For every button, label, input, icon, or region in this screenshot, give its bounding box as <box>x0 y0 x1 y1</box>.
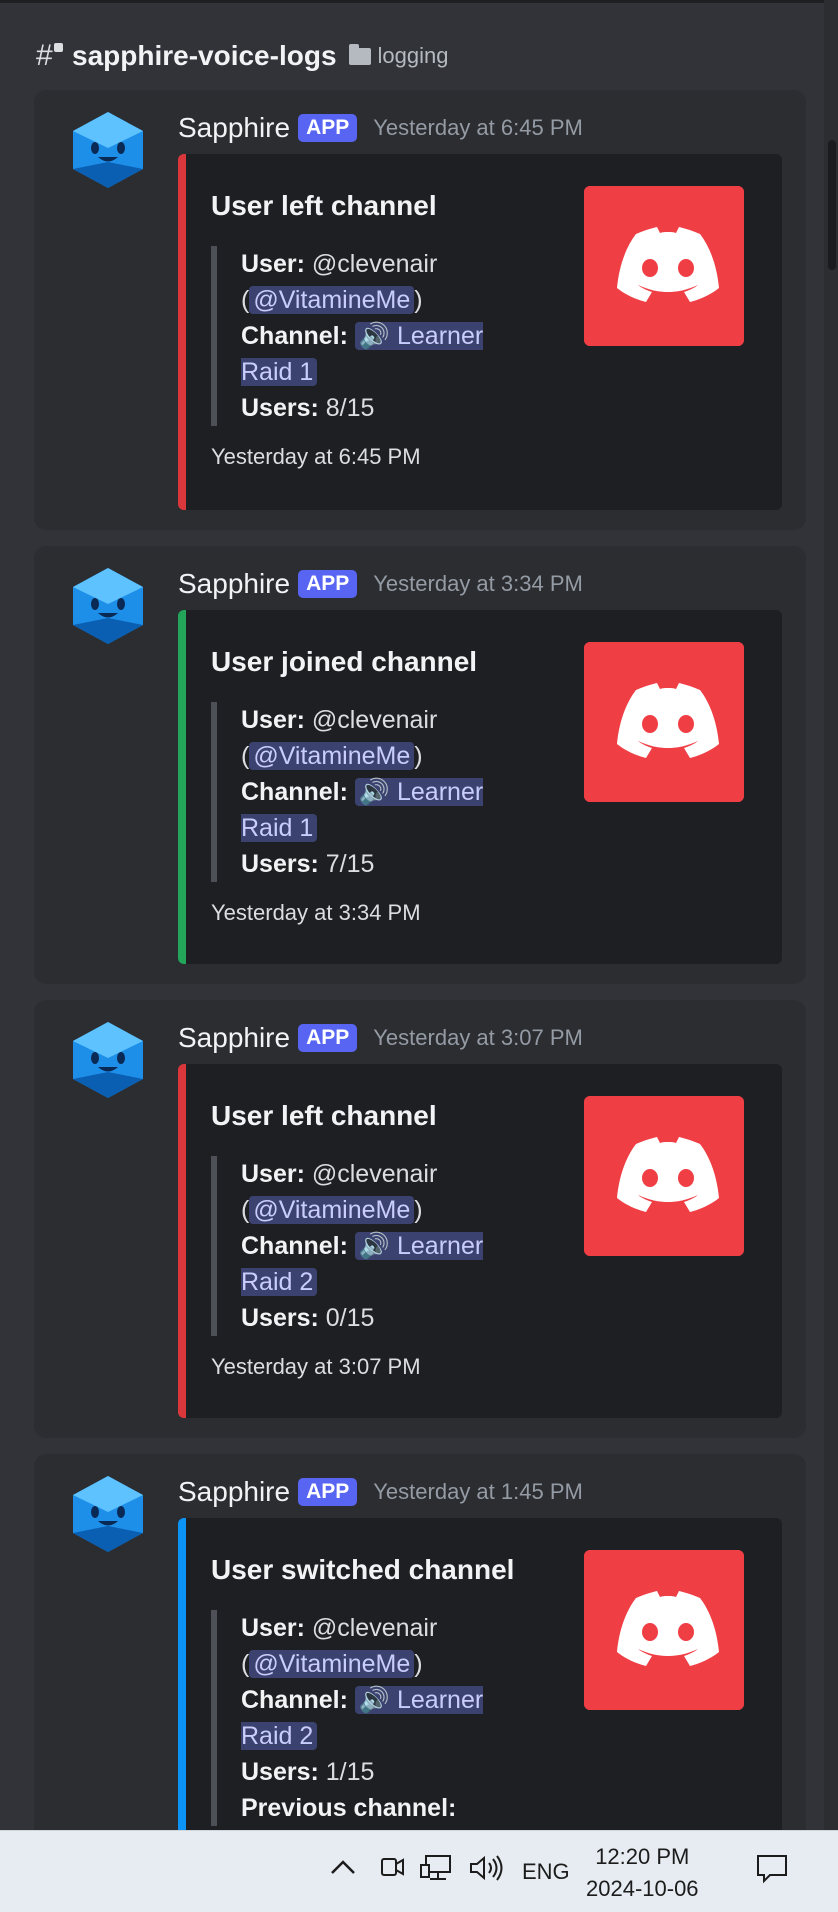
embed-description: User: @clevenair (@VitamineMe) Channel: … <box>211 246 501 426</box>
user-name: @clevenair <box>311 706 438 734</box>
channel-label: Channel: <box>241 322 348 350</box>
folder-icon <box>348 43 371 65</box>
user-label: User: <box>241 250 305 278</box>
app-badge: APP <box>298 1024 358 1052</box>
speaker-icon: 🔊 <box>358 1686 391 1714</box>
discord-logo-icon[interactable] <box>584 642 744 802</box>
taskbar: ENG 12:20 PM 2024-10-06 <box>0 1830 838 1912</box>
author-name[interactable]: Sapphire <box>178 1476 290 1508</box>
volume-icon[interactable] <box>468 1853 504 1883</box>
embed-card: User joined channel User: @clevenair (@V… <box>178 610 782 964</box>
embed-description: User: @clevenair (@VitamineMe) Channel: … <box>211 1156 501 1336</box>
message-meta: Sapphire APP Yesterday at 3:34 PM <box>178 568 583 600</box>
discord-logo-icon[interactable] <box>584 186 744 346</box>
sapphire-avatar[interactable] <box>70 110 146 190</box>
channel-label: Channel: <box>241 1686 348 1714</box>
message-timestamp[interactable]: Yesterday at 6:45 PM <box>373 115 583 141</box>
users-label: Users: <box>241 1304 319 1332</box>
embed-title: User left channel <box>211 1100 437 1131</box>
author-name[interactable]: Sapphire <box>178 112 290 144</box>
app-badge: APP <box>298 1478 358 1506</box>
users-label: Users: <box>241 850 319 878</box>
embed-title: User joined channel <box>211 646 478 677</box>
user-mention[interactable]: @VitamineMe <box>249 1196 415 1224</box>
app-badge: APP <box>298 114 358 142</box>
message-item: Sapphire APP Yesterday at 3:07 PM User l… <box>34 1000 806 1438</box>
message-timestamp[interactable]: Yesterday at 1:45 PM <box>373 1479 583 1505</box>
author-name[interactable]: Sapphire <box>178 1022 290 1054</box>
user-label: User: <box>241 1614 305 1642</box>
message-timestamp[interactable]: Yesterday at 3:07 PM <box>373 1025 583 1051</box>
users-count: 8/15 <box>325 394 375 422</box>
message-meta: Sapphire APP Yesterday at 3:07 PM <box>178 1022 583 1054</box>
embed-card: User left channel User: @clevenair (@Vit… <box>178 154 782 510</box>
channel-category[interactable]: logging <box>378 43 449 69</box>
user-mention[interactable]: @VitamineMe <box>249 286 415 314</box>
speaker-icon: 🔊 <box>358 322 391 350</box>
window-top-border <box>0 0 838 3</box>
embed-card: User left channel User: @clevenair (@Vit… <box>178 1064 782 1418</box>
sapphire-avatar[interactable] <box>70 1020 146 1100</box>
network-icon[interactable] <box>420 1853 454 1883</box>
users-label: Users: <box>241 394 319 422</box>
author-name[interactable]: Sapphire <box>178 568 290 600</box>
system-clock[interactable]: 12:20 PM 2024-10-06 <box>586 1841 699 1905</box>
user-name: @clevenair <box>311 1160 438 1188</box>
notifications-icon[interactable] <box>756 1853 788 1885</box>
sapphire-avatar[interactable] <box>70 1474 146 1554</box>
previous-channel-label: Previous channel: <box>241 1794 457 1822</box>
embed-footer: Yesterday at 6:45 PM <box>211 444 421 469</box>
speaker-icon: 🔊 <box>358 1232 391 1260</box>
discord-logo-icon[interactable] <box>584 1096 744 1256</box>
embed-title: User switched channel <box>211 1554 515 1585</box>
message-meta: Sapphire APP Yesterday at 1:45 PM <box>178 1476 583 1508</box>
embed-footer: Yesterday at 3:34 PM <box>211 900 421 925</box>
scrollbar-track[interactable] <box>824 0 838 1830</box>
channel-label: Channel: <box>241 1232 348 1260</box>
clock-date: 2024-10-06 <box>586 1876 699 1901</box>
sapphire-avatar[interactable] <box>70 566 146 646</box>
message-timestamp[interactable]: Yesterday at 3:34 PM <box>373 571 583 597</box>
scrollbar-thumb[interactable] <box>828 140 836 270</box>
user-name: @clevenair <box>311 1614 438 1642</box>
user-mention[interactable]: @VitamineMe <box>249 742 415 770</box>
embed-description: User: @clevenair (@VitamineMe) Channel: … <box>211 702 501 882</box>
embed-card: User switched channel User: @clevenair (… <box>178 1518 782 1878</box>
users-count: 0/15 <box>325 1304 375 1332</box>
discord-logo-icon[interactable] <box>584 1550 744 1710</box>
channel-label: Channel: <box>241 778 348 806</box>
message-item: Sapphire APP Yesterday at 1:45 PM User s… <box>34 1454 806 1878</box>
channel-name[interactable]: sapphire-voice-logs <box>72 40 337 72</box>
user-label: User: <box>241 1160 305 1188</box>
user-label: User: <box>241 706 305 734</box>
embed-footer: Yesterday at 3:07 PM <box>211 1354 421 1379</box>
user-name: @clevenair <box>311 250 438 278</box>
users-count: 7/15 <box>325 850 375 878</box>
show-hidden-icons-chevron-icon[interactable] <box>330 1859 356 1875</box>
app-badge: APP <box>298 570 358 598</box>
message-item: Sapphire APP Yesterday at 6:45 PM User l… <box>34 90 806 530</box>
input-language[interactable]: ENG <box>522 1831 570 1912</box>
speaker-icon: 🔊 <box>358 778 391 806</box>
users-count: 1/15 <box>325 1758 375 1786</box>
camera-mic-in-use-icon[interactable] <box>378 1853 406 1881</box>
message-item: Sapphire APP Yesterday at 3:34 PM User j… <box>34 546 806 984</box>
users-label: Users: <box>241 1758 319 1786</box>
message-meta: Sapphire APP Yesterday at 6:45 PM <box>178 112 583 144</box>
embed-title: User left channel <box>211 190 437 221</box>
user-mention[interactable]: @VitamineMe <box>249 1650 415 1678</box>
channel-header: # sapphire-voice-logs logging <box>36 36 448 76</box>
embed-description: User: @clevenair (@VitamineMe) Channel: … <box>211 1610 501 1826</box>
clock-time: 12:20 PM <box>595 1844 690 1869</box>
private-channel-icon: # <box>36 39 66 73</box>
